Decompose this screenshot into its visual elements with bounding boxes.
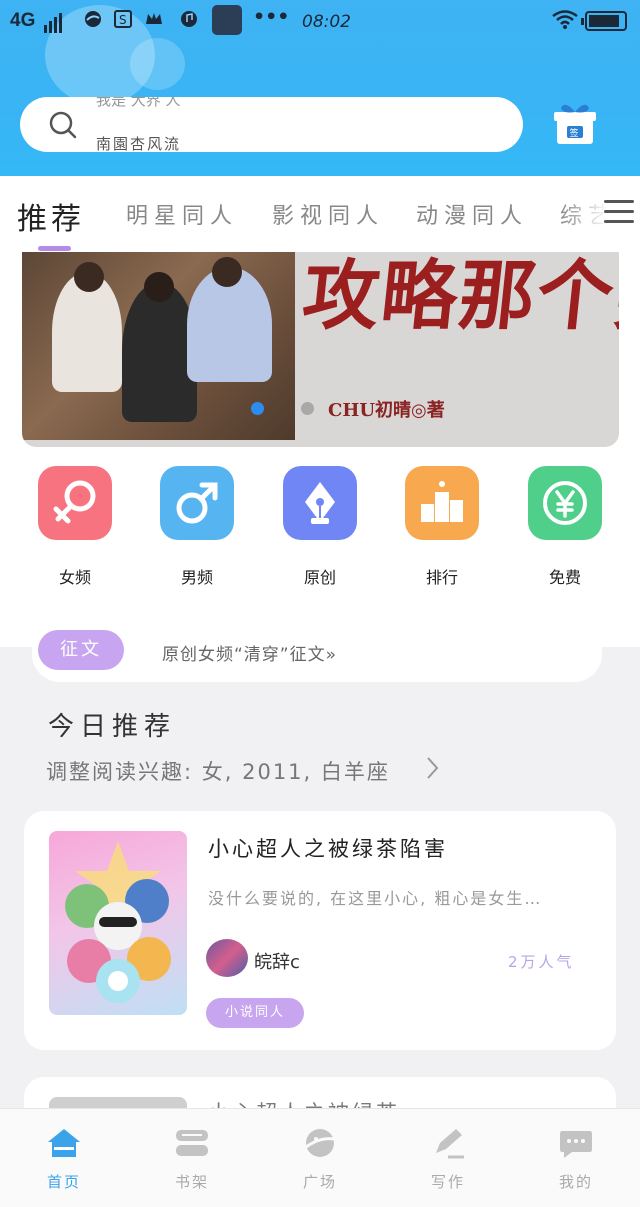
category-free[interactable]: 免费: [528, 466, 602, 588]
book-title: 小心超人之被绿茶陷害: [208, 837, 448, 861]
decor-bubble: [130, 38, 185, 90]
banner-title: 攻略那个男人: [298, 252, 619, 340]
svg-text:签: 签: [570, 127, 579, 139]
female-icon: [53, 480, 96, 524]
reading-interest-text: 调整阅读兴趣: 女, 2011, 白羊座: [46, 760, 390, 784]
pen-nib-icon: [305, 482, 335, 524]
section-title: 今日推荐: [48, 712, 177, 742]
bottom-navigation: 首页 书架 广场 写作 我的: [0, 1108, 640, 1207]
search-icon: [49, 111, 77, 139]
nav-label: 首页: [46, 1173, 81, 1191]
active-tab-indicator: [38, 246, 71, 251]
app-header: 4G S ••• 08:02 我是 大界 人 南園杏风流 签: [0, 0, 640, 176]
signal-icon: [44, 11, 64, 33]
profile-chat-icon: [560, 1131, 592, 1158]
carousel-dot-active: [251, 402, 264, 415]
s-app-icon: S: [114, 10, 132, 28]
write-icon: [436, 1129, 464, 1159]
nav-bookshelf[interactable]: 书架: [152, 1127, 232, 1192]
network-label: 4G: [10, 10, 36, 31]
category-label: 免费: [548, 568, 581, 587]
tab-star-fanfic[interactable]: 明星同人: [126, 198, 238, 230]
category-female[interactable]: 女频: [38, 466, 112, 588]
clock: 08:02: [302, 12, 351, 32]
category-ranking[interactable]: 排行: [405, 466, 479, 588]
book-description: 没什么要说的, 在这里小心, 粗心是女生…: [208, 889, 543, 908]
tab-anime-fanfic[interactable]: 动漫同人: [416, 198, 528, 230]
nav-label: 我的: [558, 1173, 593, 1191]
contest-tag: 征文: [38, 630, 124, 670]
ranking-icon: [421, 481, 463, 522]
search-placeholder-scroll: 我是 大界 人: [96, 97, 181, 109]
category-label: 男频: [180, 568, 213, 587]
battery-icon: [581, 11, 627, 31]
top-content: 攻略那个男人 CHU初晴◎著 女频 男频 原创 排行 免费: [0, 252, 640, 647]
nav-profile[interactable]: 我的: [536, 1127, 616, 1192]
app-notification-icon: [212, 5, 242, 35]
book-popularity: 2万人气: [508, 953, 575, 971]
search-bar[interactable]: 我是 大界 人 南園杏风流: [20, 97, 523, 152]
banner-author: CHU初晴◎著: [328, 400, 445, 421]
book-author: 皖辞c: [254, 952, 300, 973]
more-notifications-icon: •••: [253, 6, 290, 28]
book-tag[interactable]: 小说同人: [206, 998, 304, 1028]
category-label: 原创: [303, 568, 336, 587]
yen-coin-icon: [543, 481, 587, 525]
nav-home[interactable]: 首页: [24, 1127, 104, 1192]
author-avatar: [206, 939, 248, 977]
nav-square[interactable]: 广场: [280, 1127, 360, 1192]
wifi-icon: [552, 10, 578, 29]
browser-icon: [85, 11, 101, 27]
category-male[interactable]: 男频: [160, 466, 234, 588]
home-icon: [48, 1129, 80, 1157]
category-label: 排行: [425, 568, 458, 587]
nav-label: 广场: [302, 1173, 337, 1191]
contest-notice[interactable]: 征文 原创女频“清穿”征文»: [32, 630, 602, 682]
chevron-right-icon: [427, 757, 439, 779]
nav-write[interactable]: 写作: [408, 1127, 488, 1192]
search-placeholder: 南園杏风流: [96, 135, 182, 152]
book-card[interactable]: 小心超人之被绿茶陷害 没什么要说的, 在这里小心, 粗心是女生… 皖辞c 2万人…: [24, 811, 616, 1050]
tab-film-fanfic[interactable]: 影视同人: [272, 198, 384, 230]
banner-carousel[interactable]: 攻略那个男人 CHU初晴◎著: [22, 252, 619, 447]
svg-text:S: S: [119, 13, 127, 27]
category-label: 女频: [58, 568, 91, 587]
contest-text: 原创女频“清穿”征文»: [162, 645, 338, 665]
checkin-gift-icon[interactable]: 签: [551, 100, 599, 148]
male-icon: [176, 482, 218, 524]
planet-icon: [305, 1129, 335, 1157]
category-original[interactable]: 原创: [283, 466, 357, 588]
reading-interest-link[interactable]: 调整阅读兴趣: 女, 2011, 白羊座: [46, 756, 439, 786]
crown-icon: [146, 13, 162, 24]
category-tab-bar: 推荐 明星同人 影视同人 动漫同人 综艺: [0, 176, 640, 252]
music-icon: [181, 11, 197, 27]
bookshelf-icon: [176, 1130, 208, 1156]
nav-label: 书架: [174, 1173, 209, 1191]
book-cover: [49, 831, 187, 1015]
tab-recommend[interactable]: 推荐: [17, 194, 85, 238]
nav-label: 写作: [430, 1173, 465, 1191]
tab-menu-icon[interactable]: [604, 200, 634, 230]
status-bar: 4G S ••• 08:02: [0, 0, 640, 44]
carousel-dot: [301, 402, 314, 415]
